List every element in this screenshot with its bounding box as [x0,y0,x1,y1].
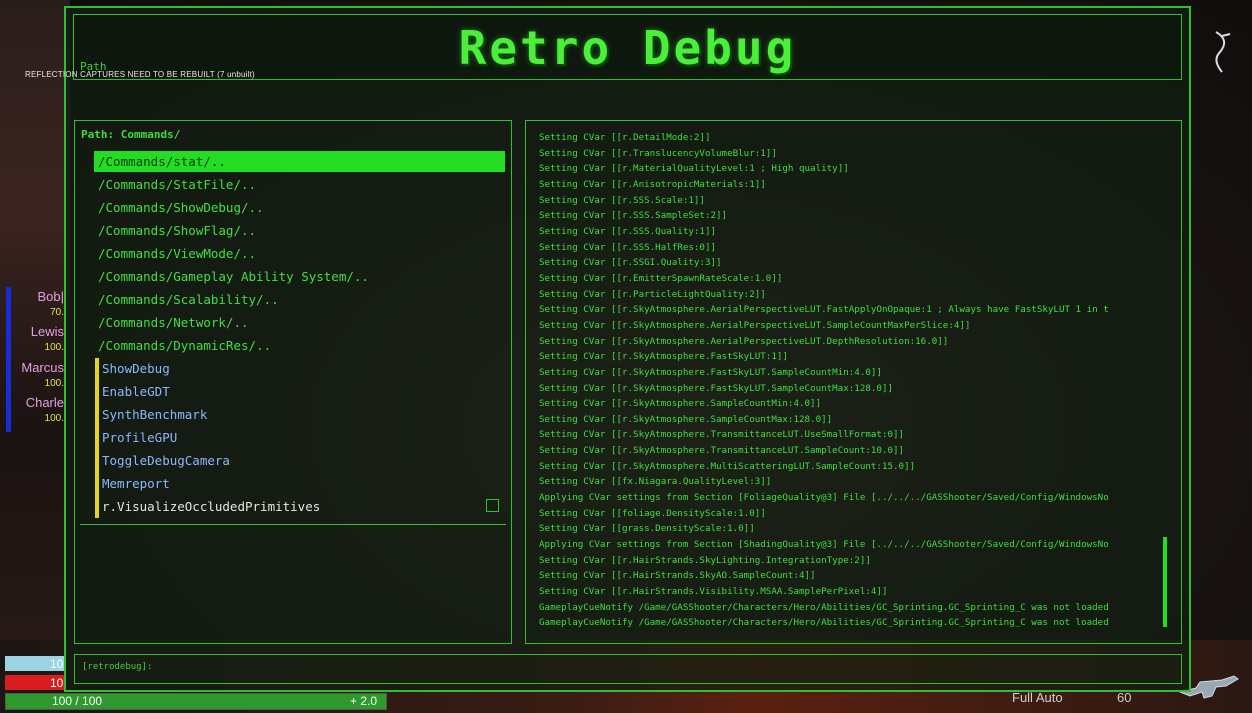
favorite-command-item[interactable]: ShowDebug [102,358,170,379]
command-folder-item[interactable]: /Commands/Gameplay Ability System/.. [94,266,505,287]
log-line: Setting CVar [[r.SkyAtmosphere.Transmitt… [539,445,905,457]
stamina-value: 10 [50,657,64,671]
log-panel[interactable]: Setting CVar [[r.DetailMode:2]] Setting C… [525,120,1182,644]
command-folder-item[interactable]: /Commands/Scalability/.. [94,289,505,310]
log-line: Setting CVar [[grass.DensityScale:1.0]] [539,523,755,535]
crosshair-icon [1215,31,1231,73]
party-list: Bob| 70. Lewis 100. Marcus 100. Charle 1… [4,285,66,433]
armor-value: 10 [50,676,64,690]
log-line: Setting CVar [[r.ParticleLightQuality:2]… [539,288,766,300]
command-folder-item[interactable]: /Commands/StatFile/.. [94,174,505,195]
panel-divider [80,524,506,525]
log-line: Setting CVar [[r.SkyAtmosphere.AerialPer… [539,335,949,347]
party-member-health: 70. [50,307,64,318]
party-bar [6,287,11,432]
party-member-health: 100. [44,342,64,353]
log-line: Setting CVar [[r.SSGI.Quality:3]] [539,257,722,269]
log-line: Setting CVar [[r.SkyAtmosphere.FastSkyLU… [539,382,894,394]
log-line: Setting CVar [[r.DetailMode:2]] [539,132,711,143]
command-folder-item[interactable]: /Commands/stat/.. [94,151,505,172]
party-member-name: Lewis [30,324,64,339]
favorites-marker [95,358,99,518]
party-member-name: Marcus [21,360,64,375]
console-input[interactable] [74,654,1182,684]
log-line: Setting CVar [[r.SkyAtmosphere.Transmitt… [539,429,905,441]
fire-mode-label: Full Auto [1012,690,1063,705]
party-member-health: 100. [44,378,64,389]
debug-title: Retro Debug [458,21,797,75]
favorite-command-item[interactable]: r.VisualizeOccludedPrimitives [102,496,320,517]
log-line: GameplayCueNotify /Game/GASShooter/Chara… [539,601,1109,613]
log-line: Setting CVar [[foliage.DensityScale:1.0]… [539,507,766,519]
log-line: Setting CVar [[r.MaterialQualityLevel:1 … [539,163,849,175]
party-member-health: 100. [44,413,64,424]
log-line: Setting CVar [[r.SSS.Quality:1]] [539,225,717,237]
ammo-count: 60 [1117,690,1132,705]
log-line: Setting CVar [[r.HairStrands.Visibility.… [539,586,888,598]
log-line: Setting CVar [[r.SSS.HalfRes:0]] [539,241,717,253]
log-line: Setting CVar [[r.SkyAtmosphere.FastSkyLU… [539,366,882,378]
party-member-name: Charle [25,395,64,410]
favorite-command-item[interactable]: EnableGDT [102,381,170,402]
health-value: 100 / 100 [52,694,103,708]
log-line: Setting CVar [[fx.Niagara.QualityLevel:3… [539,476,772,488]
command-folder-item[interactable]: /Commands/ShowFlag/.. [94,220,505,241]
log-line: Applying CVar settings from Section [Fol… [539,492,1109,504]
log-line: Setting CVar [[r.SkyAtmosphere.MultiScat… [539,460,916,472]
log-line: Setting CVar [[r.SSS.SampleSet:2]] [539,210,728,222]
log-line: Setting CVar [[r.SkyAtmosphere.FastSkyLU… [539,351,788,363]
command-folder-item[interactable]: /Commands/DynamicRes/.. [94,335,505,356]
favorite-command-item[interactable]: SynthBenchmark [102,404,207,425]
log-line: GameplayCueNotify /Game/GASShooter/Chara… [539,617,1109,629]
log-lines: Setting CVar [[r.DetailMode:2]] Setting C… [539,130,1161,631]
log-line: Setting CVar [[r.SkyAtmosphere.AerialPer… [539,304,1109,316]
log-line: Setting CVar [[r.TranslucencyVolumeBlur:… [539,147,777,159]
favorite-command-item[interactable]: ProfileGPU [102,427,177,448]
health-regen: + 2.0 [350,694,378,708]
log-line: Applying CVar settings from Section [Sha… [539,539,1109,551]
log-line: Setting CVar [[r.SSS.Scale:1]] [539,194,705,206]
favorite-command-item[interactable]: Memreport [102,473,170,494]
log-line: Setting CVar [[r.SkyAtmosphere.SampleCou… [539,398,822,410]
log-line: Setting CVar [[r.HairStrands.SkyLighting… [539,554,871,566]
log-line: Setting CVar [[r.EmitterSpawnRateScale:1… [539,272,783,284]
favorite-command-item[interactable]: ToggleDebugCamera [102,450,230,471]
log-line: Setting CVar [[r.SkyAtmosphere.AerialPer… [539,319,971,331]
log-scrollbar[interactable] [1163,537,1167,627]
party-member-name: Bob| [37,289,64,304]
command-folder-item[interactable]: /Commands/ShowDebug/.. [94,197,505,218]
command-folder-item[interactable]: /Commands/ViewMode/.. [94,243,505,264]
reflection-warning: REFLECTION CAPTURES NEED TO BE REBUILT (… [25,70,255,79]
log-line: Setting CVar [[r.SkyAtmosphere.SampleCou… [539,413,833,425]
current-path: Path: Commands/ [81,128,181,141]
console-prompt: [retrodebug]: [82,662,153,672]
command-folder-item[interactable]: /Commands/Network/.. [94,312,505,333]
log-line: Setting CVar [[r.AnisotropicMaterials:1]… [539,178,766,190]
checkbox-icon[interactable] [486,499,499,512]
log-line: Setting CVar [[r.HairStrands.SkyAO.Sampl… [539,570,816,582]
